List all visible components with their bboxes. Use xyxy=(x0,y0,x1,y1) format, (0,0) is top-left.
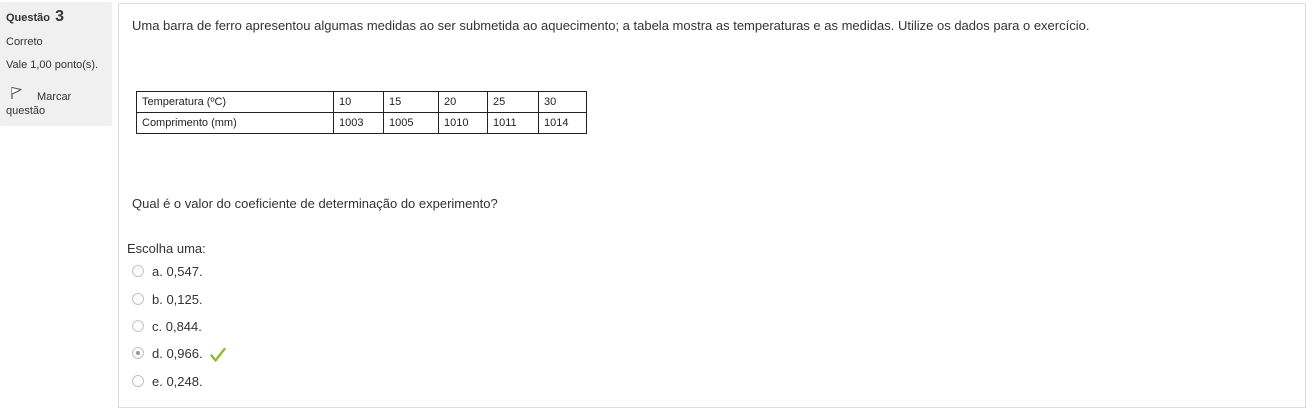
question-label: Questão xyxy=(6,12,51,24)
question-info-panel: Questão 3 Correto Vale 1,00 ponto(s). Ma… xyxy=(0,2,112,126)
flag-icon xyxy=(11,86,22,99)
option-label: a. 0,547. xyxy=(152,264,203,279)
correct-check-icon xyxy=(210,347,226,362)
radio-button[interactable] xyxy=(132,375,144,387)
table-cell: 1011 xyxy=(487,112,539,134)
table-row: Comprimento (mm) 1003 1005 1010 1011 101… xyxy=(136,112,587,134)
table-cell: 1003 xyxy=(333,112,384,134)
table-row: Temperatura (ºC) 10 15 20 25 30 xyxy=(136,91,587,113)
option-label: e. 0,248. xyxy=(152,374,203,389)
option-label: c. 0,844. xyxy=(152,319,202,334)
table-cell: 15 xyxy=(383,91,439,113)
option-label: d. 0,966. xyxy=(152,346,203,361)
question-number-label: Questão 3 xyxy=(6,8,64,26)
flag-question-link[interactable]: Marcar questão xyxy=(6,84,71,118)
table-cell: 1010 xyxy=(438,112,488,134)
table-cell: 30 xyxy=(538,91,587,113)
question-number: 3 xyxy=(55,8,64,25)
table-cell: 20 xyxy=(438,91,488,113)
question-content: Uma barra de ferro apresentou algumas me… xyxy=(118,3,1306,408)
radio-button[interactable] xyxy=(132,293,144,305)
question-intro: Uma barra de ferro apresentou algumas me… xyxy=(132,18,1090,33)
table-cell: 1005 xyxy=(383,112,439,134)
question-text: Qual é o valor do coeficiente de determi… xyxy=(132,196,498,211)
table-cell: 10 xyxy=(333,91,384,113)
flag-label-line2: questão xyxy=(6,105,46,117)
radio-button[interactable] xyxy=(132,320,144,332)
table-row-header: Temperatura (ºC) xyxy=(136,91,334,113)
table-cell: 25 xyxy=(487,91,539,113)
table-row-header: Comprimento (mm) xyxy=(136,112,334,134)
question-state: Correto xyxy=(6,36,43,48)
data-table: Temperatura (ºC) 10 15 20 25 30 Comprime… xyxy=(136,91,587,134)
option-label: b. 0,125. xyxy=(152,292,203,307)
radio-button-selected[interactable] xyxy=(132,347,144,359)
question-grade: Vale 1,00 ponto(s). xyxy=(6,59,99,71)
answer-prompt: Escolha uma: xyxy=(127,241,206,256)
table-cell: 1014 xyxy=(538,112,587,134)
radio-button[interactable] xyxy=(132,265,144,277)
